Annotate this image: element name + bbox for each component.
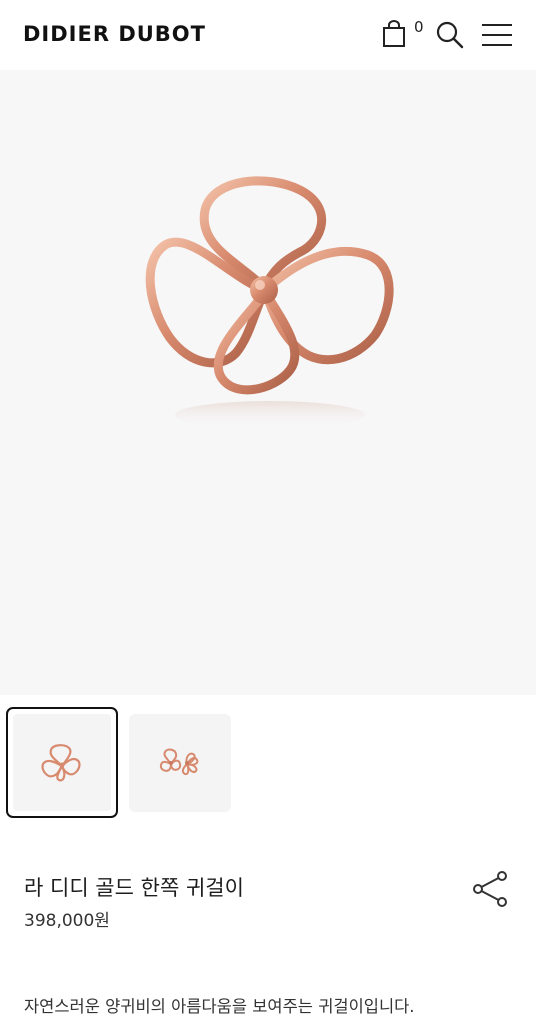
- product-title: 라 디디 골드 한쪽 귀걸이: [24, 876, 244, 900]
- thumbnail-earring-pair[interactable]: [129, 714, 231, 812]
- thumbnail-single-earring[interactable]: [6, 707, 118, 818]
- thumbnail-gallery: [0, 695, 536, 825]
- cart-count-badge: 0: [414, 18, 424, 36]
- share-icon: [473, 871, 507, 907]
- rose-gold-earring-image: [145, 176, 394, 429]
- cart-button[interactable]: 0: [382, 18, 426, 50]
- share-button[interactable]: [471, 870, 509, 908]
- earring-pair-thumbnail: [159, 748, 199, 776]
- menu-button[interactable]: [481, 22, 513, 48]
- shopping-bag-icon: [383, 20, 405, 47]
- single-earring-thumbnail: [41, 744, 81, 782]
- search-button[interactable]: [435, 20, 465, 50]
- product-info: 라 디디 골드 한쪽 귀걸이 398,000원 자연스러운 양귀비의 아름다움을…: [0, 860, 536, 1024]
- hamburger-menu-icon: [482, 24, 512, 46]
- search-icon: [436, 21, 464, 49]
- product-hero-image[interactable]: [0, 70, 536, 695]
- product-description: 자연스러운 양귀비의 아름다움을 보여주는 귀걸이입니다.: [24, 997, 415, 1016]
- product-price: 398,000원: [24, 911, 110, 931]
- site-header: DIDIER DUBOT 0: [0, 0, 536, 70]
- brand-logo[interactable]: DIDIER DUBOT: [23, 22, 206, 46]
